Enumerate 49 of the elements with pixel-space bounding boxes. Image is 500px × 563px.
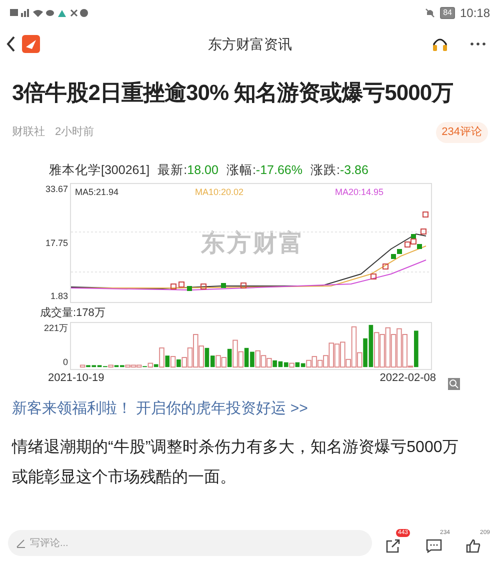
article-time: 2小时前 <box>55 125 94 140</box>
more-icon[interactable] <box>470 42 486 46</box>
volume-label: 成交量:178万 <box>40 306 106 322</box>
moving-average-label: MA10:20.02 <box>195 186 245 200</box>
latest-price-label: 最新: <box>158 162 188 176</box>
promo-link[interactable]: 新客来领福利啦！ 开启你的虎年投资好运 >> <box>0 398 500 421</box>
change-amount-label: 涨跌: <box>310 162 340 176</box>
candle <box>187 286 192 292</box>
candle <box>420 228 426 235</box>
battery-indicator: 84 <box>440 7 455 19</box>
comment-count-badge[interactable]: 234评论 <box>436 122 488 142</box>
candle <box>370 274 376 280</box>
change-amount-value: -3.86 <box>340 162 368 176</box>
stock-name: 雅本化学[300261] <box>49 162 150 179</box>
axis-tick-label: 221万 <box>42 322 68 335</box>
back-icon[interactable] <box>6 36 16 52</box>
axis-date-label: 2021-10-19 <box>48 370 104 386</box>
thumbs-up-icon[interactable] <box>466 539 481 553</box>
moving-average-label: MA5:21.94 <box>75 186 120 200</box>
app-logo-icon <box>22 35 40 53</box>
page-title: 东方财富资讯 <box>208 34 292 54</box>
zoom-icon[interactable] <box>448 378 460 390</box>
candle <box>200 284 206 290</box>
axis-tick-label: 0 <box>62 356 68 370</box>
comment-input-field[interactable]: 写评论... <box>8 530 372 556</box>
candle <box>382 264 388 270</box>
watermark-text: 东方财富 <box>201 229 305 260</box>
moving-average-label: MA20:14.95 <box>335 186 384 200</box>
share-icon[interactable] <box>386 539 400 553</box>
article-title: 3倍牛股2日重挫逾30% 知名游资或爆亏5000万 <box>11 79 454 107</box>
candle <box>178 282 184 288</box>
pencil-icon <box>16 538 26 548</box>
candle <box>422 212 428 218</box>
axis-tick-label: 1.83 <box>49 290 68 303</box>
candle <box>240 282 246 289</box>
latest-price-value: 18.00 <box>187 162 218 176</box>
candle <box>170 284 176 290</box>
change-percent-value: -17.66% <box>256 162 302 176</box>
candle <box>221 283 226 288</box>
axis-tick-label: 17.75 <box>44 236 68 250</box>
mute-bell-icon <box>425 8 436 18</box>
article-source: 财联社 <box>12 125 45 140</box>
article-paragraph: 情绪退潮期的“牛股”调整时杀伤力有多大，知名游资爆亏5000万或能彰显这个市场残酷的一面。 <box>10 438 460 488</box>
axis-tick-label: 33.67 <box>44 183 68 196</box>
comment-icon[interactable] <box>426 539 442 553</box>
clock-time: 10:18 <box>460 5 490 22</box>
change-percent-label: 涨幅: <box>226 162 256 176</box>
headphones-icon[interactable] <box>432 37 448 51</box>
axis-date-label: 2022-02-08 <box>380 370 436 386</box>
